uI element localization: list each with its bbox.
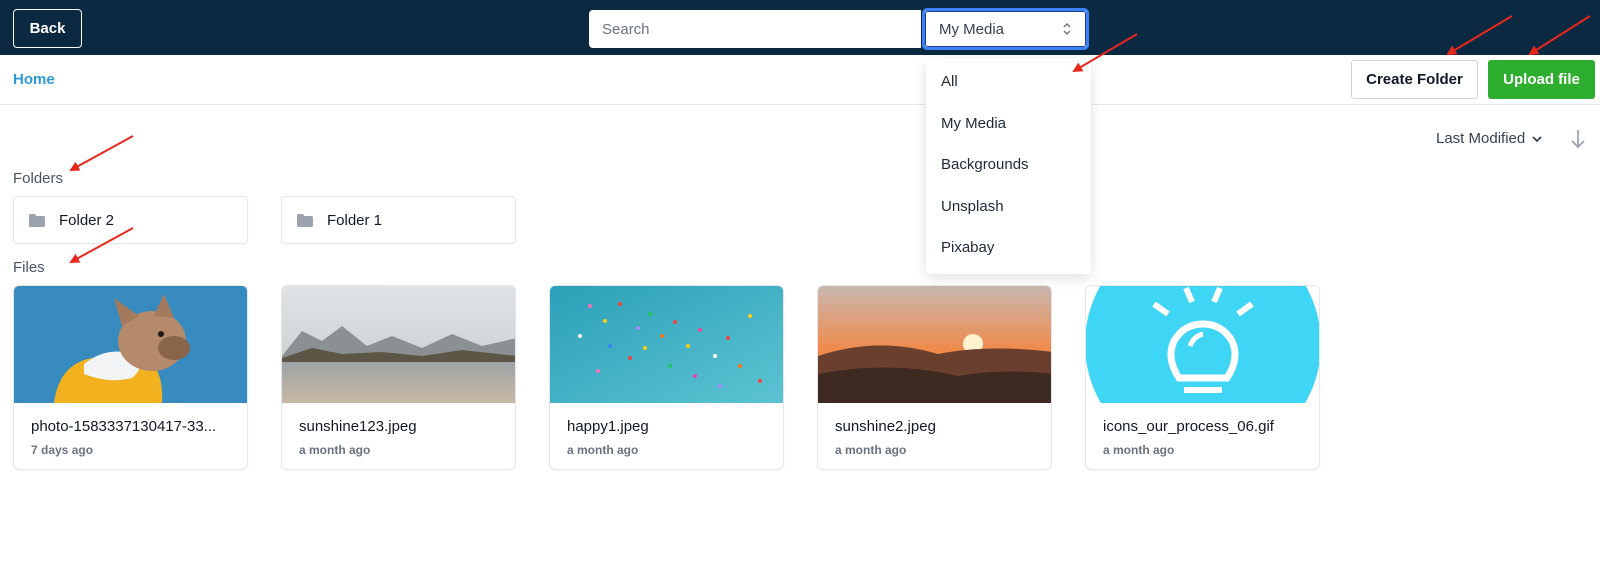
folder-name: Folder 1: [327, 211, 383, 229]
search-input[interactable]: [589, 10, 921, 48]
sort-label: Last Modified: [1436, 130, 1526, 147]
sort-dropdown[interactable]: Last Modified: [1436, 130, 1543, 147]
file-name: sunshine123.jpeg: [299, 418, 417, 435]
file-card[interactable]: sunshine123.jpeg a month ago: [281, 285, 516, 470]
dropdown-option-my-media[interactable]: My Media: [941, 115, 1006, 132]
dropdown-option-all[interactable]: All: [941, 73, 958, 90]
file-date: a month ago: [1103, 443, 1175, 457]
file-date: a month ago: [835, 443, 907, 457]
breadcrumb-bar: Home Create Folder Upload file: [0, 55, 1600, 105]
arrow-down-icon[interactable]: [1570, 128, 1586, 150]
file-thumbnail: [282, 286, 515, 403]
create-folder-button[interactable]: Create Folder: [1351, 60, 1478, 99]
folder-card[interactable]: Folder 1: [281, 196, 516, 244]
upload-file-button[interactable]: Upload file: [1488, 60, 1595, 99]
updown-chevron-icon: [1062, 21, 1072, 37]
dropdown-option-pixabay[interactable]: Pixabay: [941, 239, 994, 256]
file-card[interactable]: happy1.jpeg a month ago: [549, 285, 784, 470]
media-dropdown-menu: All My Media Backgrounds Unsplash Pixaba…: [926, 59, 1091, 274]
media-select[interactable]: My Media: [922, 8, 1089, 50]
chevron-down-icon: [1532, 135, 1542, 142]
media-select-value: My Media: [939, 20, 1005, 38]
file-thumbnail: [1086, 286, 1319, 403]
breadcrumb-home-link[interactable]: Home: [13, 71, 55, 88]
files-heading: Files: [13, 259, 45, 276]
folder-icon: [297, 213, 313, 227]
top-bar: Back My Media: [0, 0, 1600, 55]
file-name: sunshine2.jpeg: [835, 418, 936, 435]
folder-name: Folder 2: [59, 211, 115, 229]
folder-icon: [29, 213, 45, 227]
annotation-arrow: [69, 135, 134, 171]
file-thumbnail: [550, 286, 783, 403]
file-thumbnail: [14, 286, 247, 403]
file-name: happy1.jpeg: [567, 418, 649, 435]
dropdown-option-backgrounds[interactable]: Backgrounds: [941, 156, 1029, 173]
back-button[interactable]: Back: [13, 9, 82, 48]
folder-card[interactable]: Folder 2: [13, 196, 248, 244]
file-name: icons_our_process_06.gif: [1103, 418, 1274, 435]
file-thumbnail: [818, 286, 1051, 403]
file-card[interactable]: icons_our_process_06.gif a month ago: [1085, 285, 1320, 470]
file-card[interactable]: sunshine2.jpeg a month ago: [817, 285, 1052, 470]
file-date: a month ago: [299, 443, 371, 457]
file-date: 7 days ago: [31, 443, 94, 457]
file-card[interactable]: photo-1583337130417-33... 7 days ago: [13, 285, 248, 470]
dropdown-option-unsplash[interactable]: Unsplash: [941, 198, 1004, 215]
file-name: photo-1583337130417-33...: [31, 418, 217, 435]
file-date: a month ago: [567, 443, 639, 457]
folders-heading: Folders: [13, 170, 64, 187]
